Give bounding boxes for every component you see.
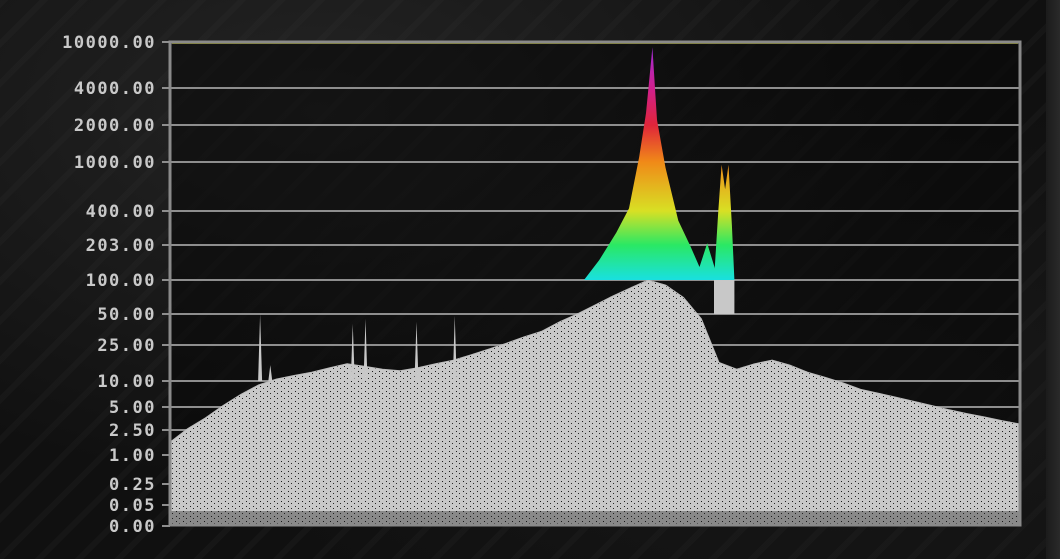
y-tick-label: 4000.00	[74, 79, 156, 99]
y-tick-label: 0.00	[109, 517, 156, 537]
y-tick-label: 100.00	[86, 271, 156, 291]
y-tick-label: 1.00	[109, 446, 156, 466]
y-tick-label: 10.00	[97, 372, 156, 392]
y-tick-label: 400.00	[86, 202, 156, 222]
y-axis-ticks: 10000.00 4000.00 2000.00 1000.00 400.00 203.0…	[62, 33, 170, 537]
y-tick-label: 2.50	[109, 421, 156, 441]
scope-display: 10000.00 4000.00 2000.00 1000.00 400.00 203.0…	[0, 0, 1060, 559]
y-tick-label: 25.00	[97, 336, 156, 356]
side-edge-strip	[1046, 0, 1060, 559]
y-tick-label: 50.00	[97, 305, 156, 325]
secondary-peak-body	[714, 280, 735, 314]
y-tick-label: 0.25	[109, 475, 156, 495]
y-tick-label: 2000.00	[74, 116, 156, 136]
y-tick-label: 1000.00	[74, 153, 156, 173]
y-tick-label: 10000.00	[62, 33, 156, 53]
histogram-chart: 10000.00 4000.00 2000.00 1000.00 400.00 203.0…	[62, 33, 1022, 537]
histogram-baseline-band	[170, 511, 1020, 525]
y-tick-label: 203.00	[86, 236, 156, 256]
y-tick-label: 0.05	[109, 496, 156, 516]
y-tick-label: 5.00	[109, 398, 156, 418]
